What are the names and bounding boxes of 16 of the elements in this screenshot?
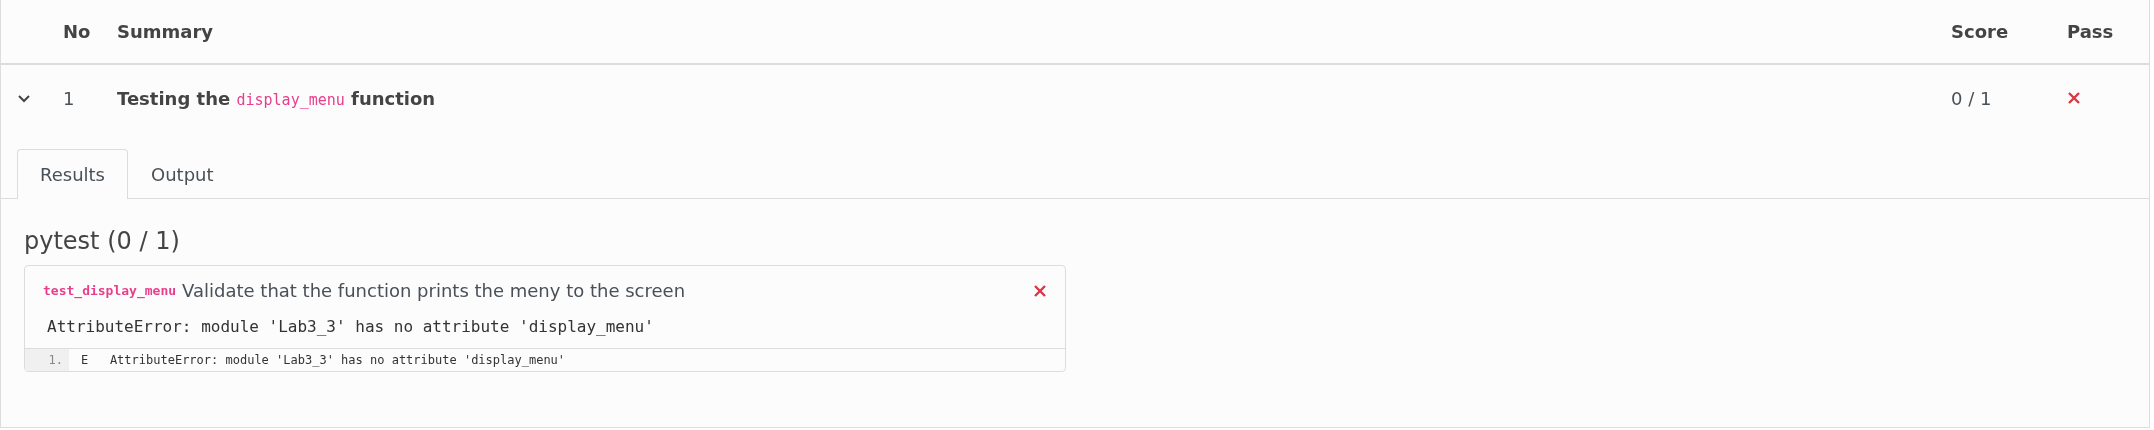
column-header: No (62, 21, 92, 42)
error-message: AttributeError: module 'Lab3_3' has no attribute 'display_menu' (46, 316, 655, 338)
line-number: 1. (25, 349, 69, 371)
tab[interactable]: Results (17, 149, 128, 199)
score-text: 0 / 1 (1950, 87, 1993, 109)
column-header: Summary (117, 21, 215, 42)
column-header: Score (1950, 21, 2010, 42)
trace-line: E AttributeError: module 'Lab3_3' has no attribute 'display_menu' (80, 352, 567, 369)
test-name: test_display_menu (43, 283, 177, 298)
suite-title: pytest (0 / 1) (24, 227, 181, 255)
summary-text: Testing the display_menu function (117, 87, 437, 109)
test-description: Validate that the function prints the meny to the screen (182, 280, 686, 301)
row-number: 1 (62, 87, 76, 109)
tab[interactable]: Output (128, 149, 237, 199)
chevron-icon[interactable] (17, 93, 31, 103)
column-header: Pass (2066, 21, 2115, 42)
